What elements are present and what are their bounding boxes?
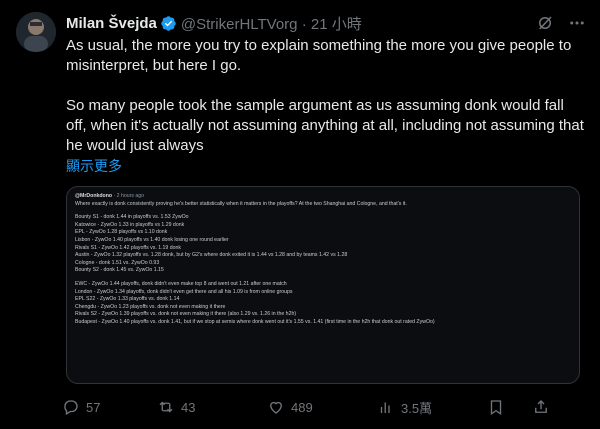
tweet-header: Milan Švejda @StrikerHLTVorg · 21 小時 <box>66 13 362 34</box>
embed-line: Bounty S1 - donk 1.44 in playoffs vs. 1.… <box>75 214 189 221</box>
embed-line: EPL S22 - ZywOo 1.33 playoffs vs. donk 1… <box>75 296 180 303</box>
verified-badge-icon <box>160 15 177 32</box>
embed-intro: Where exactly is donk consistently provi… <box>75 200 407 207</box>
embed-line: Lisbon - ZywOo 1.40 playoffs vs 1.40 don… <box>75 236 229 243</box>
view-count: 3.5萬 <box>401 400 433 416</box>
grok-icon[interactable] <box>534 12 556 34</box>
embedded-screenshot[interactable]: @MrDonkdono · 2 hours ago Where exactly … <box>66 186 580 384</box>
embed-line: Cologne - donk 1.51 vs. ZywOo 0.93 <box>75 259 160 266</box>
embed-header: @MrDonkdono · 2 hours ago <box>75 193 145 199</box>
embed-time: 2 hours ago <box>116 193 145 199</box>
avatar-image <box>16 12 56 52</box>
embed-line: Chengdu - ZywOo 1.23 playoffs vs. donk n… <box>75 303 226 310</box>
embed-line: EWC - ZywOo 1.44 playoffs, donk didn't e… <box>75 280 287 287</box>
tweet-actions: 57 43 489 3.5萬 <box>62 396 582 418</box>
retweet-button[interactable]: 43 <box>157 398 267 416</box>
tweet-text: As usual, the more you try to explain so… <box>66 36 586 176</box>
views-chart-icon <box>380 402 390 413</box>
embed-line: Budapest - ZywOo 1.40 playoffs vs. donk … <box>75 318 435 325</box>
more-options-icon[interactable] <box>566 12 588 34</box>
share-button[interactable] <box>532 398 562 416</box>
author-handle-and-time[interactable]: @StrikerHLTVorg · 21 小時 <box>181 13 362 34</box>
embed-line: Austin - ZywOo 1.32 playoffs vs. 1.28 do… <box>75 252 348 259</box>
show-more-link[interactable]: 顯示更多 <box>66 156 122 176</box>
avatar[interactable] <box>16 12 56 52</box>
retweet-count: 43 <box>181 399 196 415</box>
embed-block-1: Bounty S1 - donk 1.44 in playoffs vs. 1.… <box>75 214 571 275</box>
tweet-paragraph-1: As usual, the more you try to explain so… <box>66 37 572 74</box>
embed-line: Katowice - ZywOo 1.33 in playoffs vs 1.2… <box>75 221 185 228</box>
embed-block-2: EWC - ZywOo 1.44 playoffs, donk didn't e… <box>75 281 571 327</box>
author-name[interactable]: Milan Švejda <box>66 15 157 32</box>
like-count: 489 <box>291 399 313 415</box>
retweet-icon <box>159 401 173 413</box>
tweet-paragraph-2: So many people took the sample argument … <box>66 97 584 154</box>
embed-line: Rivals S1 - ZywOo 1.42 playoffs vs. 1.19… <box>75 244 182 251</box>
reply-icon <box>64 400 78 415</box>
like-button[interactable]: 489 <box>267 398 377 416</box>
share-icon <box>535 400 547 413</box>
embed-line: London - ZywOo 1.34 playoffs, donk didn'… <box>75 288 293 295</box>
embed-handle: @MrDonkdono <box>75 193 113 199</box>
views-button[interactable]: 3.5萬 <box>377 398 487 417</box>
tweet[interactable]: Milan Švejda @StrikerHLTVorg · 21 小時 As … <box>0 0 600 429</box>
embed-line: Rivals S2 - ZywOo 1.39 playoffs vs. donk… <box>75 311 297 318</box>
bookmark-icon <box>490 400 502 416</box>
header-actions <box>534 12 588 34</box>
reply-button[interactable]: 57 <box>62 398 157 416</box>
bookmark-button[interactable] <box>487 398 532 416</box>
heart-icon <box>270 401 282 414</box>
reply-count: 57 <box>86 399 101 415</box>
embed-line: EPL - ZywOo 1.28 playoffs vs 1.10 donk <box>75 229 168 236</box>
embed-line: Bounty S2 - donk 1.45 vs. ZywOo 1.15 <box>75 267 164 274</box>
